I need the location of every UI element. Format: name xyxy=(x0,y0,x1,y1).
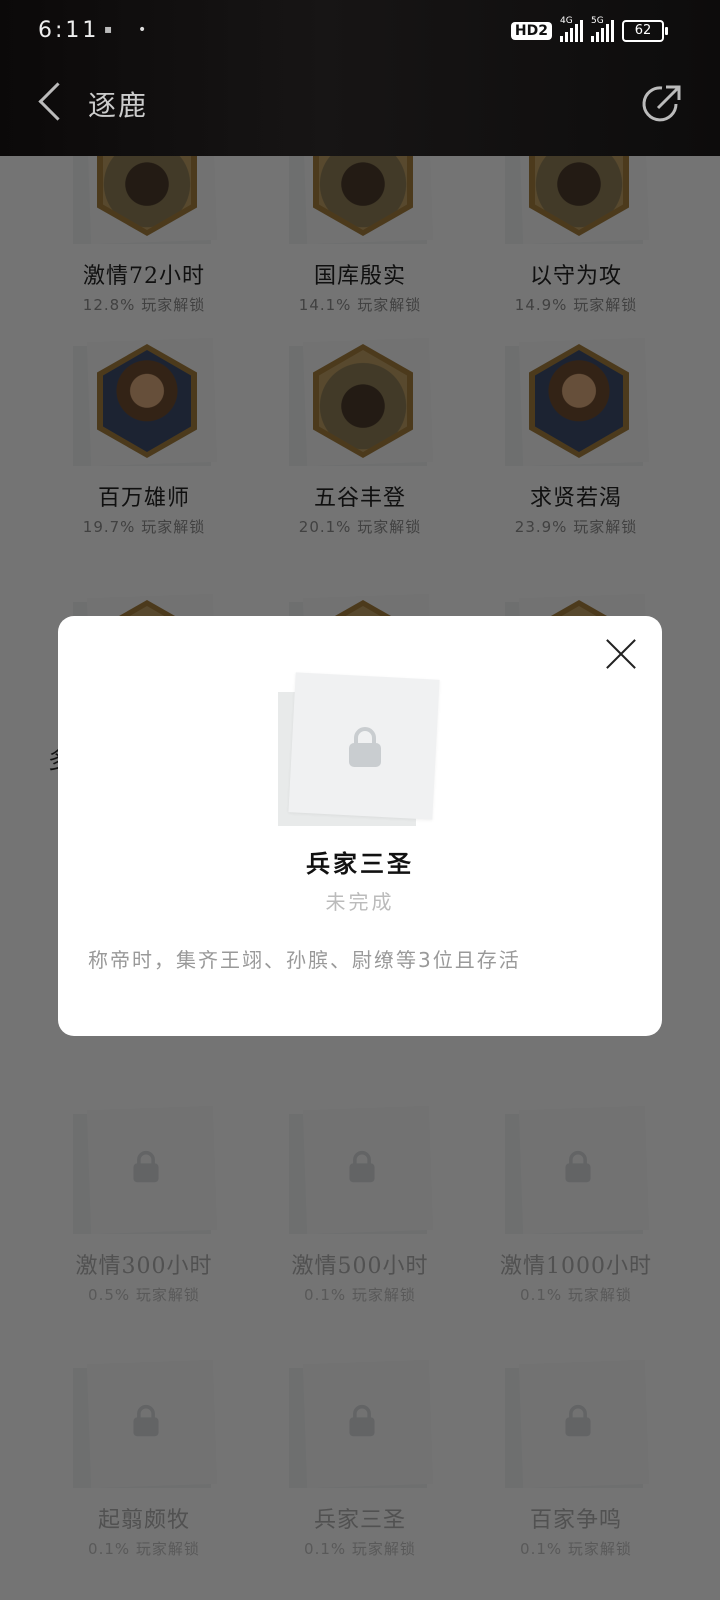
status-indicators: HD2 4G 5G 62 xyxy=(510,16,668,42)
achievement-modal: 兵家三圣 未完成 称帝时，集齐王翊、孙膑、尉缭等3位且存活 xyxy=(58,616,662,1036)
modal-title: 兵家三圣 xyxy=(306,849,414,878)
close-icon[interactable] xyxy=(606,638,638,670)
battery-icon: 62 xyxy=(622,20,668,42)
modal-status: 未完成 xyxy=(325,890,395,914)
lock-icon xyxy=(349,727,381,767)
hd-badge: HD2 xyxy=(510,22,552,40)
status-notification-icon: ▪ xyxy=(104,22,113,36)
back-arrow-icon[interactable] xyxy=(38,82,77,121)
share-icon[interactable] xyxy=(640,82,684,126)
signal-5g-icon: 5G xyxy=(591,16,614,42)
status-dot-icon: • xyxy=(138,22,147,38)
modal-description: 称帝时，集齐王翊、孙膑、尉缭等3位且存活 xyxy=(88,948,521,972)
signal-4g-icon: 4G xyxy=(560,16,583,42)
top-bar: 6:11 ▪ • HD2 4G 5G 62 逐鹿 xyxy=(0,0,720,156)
page-title: 逐鹿 xyxy=(88,89,149,122)
achievement-badge-locked xyxy=(278,672,442,826)
status-time: 6:11 xyxy=(38,18,100,43)
